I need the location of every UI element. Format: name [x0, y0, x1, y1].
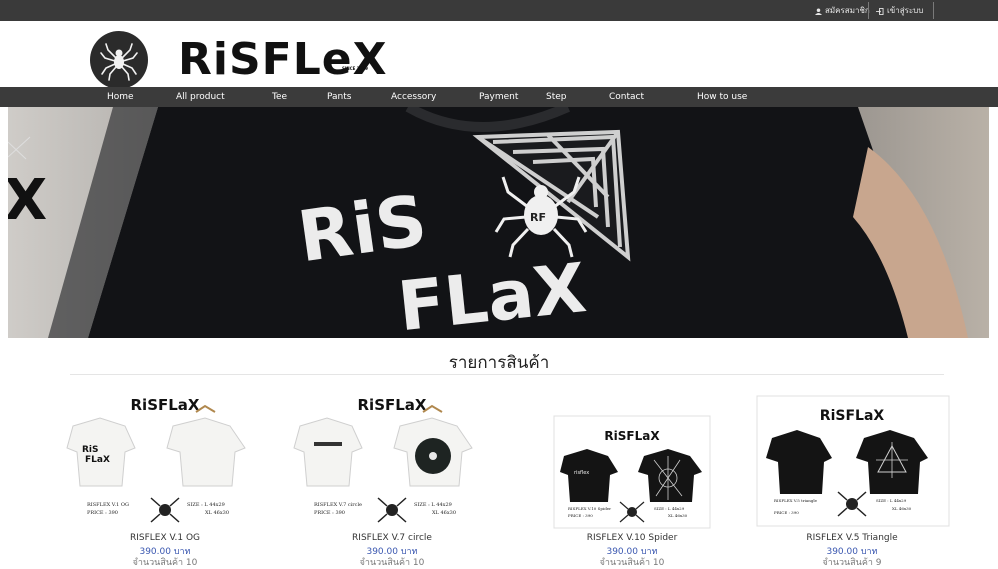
product-image-size2: XL 46x30	[432, 510, 456, 516]
product-image-size: SIZE : L 44x29	[187, 502, 225, 508]
product-image-caption: RISFLEX V.7 circle	[314, 502, 362, 508]
user-icon	[815, 7, 822, 15]
nav-all-product[interactable]: All product	[176, 87, 225, 107]
nav-tee[interactable]: Tee	[272, 87, 287, 107]
svg-text:risflex: risflex	[574, 470, 589, 476]
login-label: เข้าสู่ระบบ	[887, 6, 924, 15]
nav-home[interactable]: Home	[107, 87, 134, 107]
brand-wordmark[interactable]: RiSFLeX	[178, 32, 388, 88]
hero-side-text: X	[8, 168, 47, 233]
product-image-brand: RiSFLaX	[604, 429, 660, 443]
hero-badge: RF	[530, 211, 546, 224]
product-image[interactable]: RiSFLaX RISFLEX V.5 triangle PRICE : 390…	[752, 388, 952, 533]
product-image-caption: RISFLEX V.10 Spider	[568, 506, 611, 511]
main-nav: Home All product Tee Pants Accessory Pay…	[0, 87, 998, 107]
product-card[interactable]: RiSFLaX RISFLEX V.5 triangle PRICE : 390…	[752, 388, 952, 568]
nav-contact[interactable]: Contact	[609, 87, 644, 107]
section-divider	[70, 374, 944, 375]
register-link[interactable]: สมัครสมาชิก	[815, 3, 870, 19]
nav-pants[interactable]: Pants	[327, 87, 351, 107]
product-name[interactable]: RISFLEX V.5 Triangle	[752, 533, 952, 543]
product-image-price: PRICE : 390	[314, 510, 345, 516]
product-image[interactable]: RiSFLaX RiS FLaX RISFLEX V.1 OG PRICE : …	[65, 388, 265, 533]
product-image-price: PRICE : 390	[87, 510, 118, 516]
hero-banner[interactable]: X RF RiS FLaX	[8, 107, 989, 338]
product-image-brand: RiSFLaX	[131, 396, 200, 414]
product-stock: จำนวนสินค้า 10	[132, 558, 198, 568]
product-image-price: PRICE : 390	[568, 513, 593, 518]
section-title: รายการสินค้า	[448, 353, 550, 373]
product-image-size: SIZE : L 44x29	[876, 498, 907, 503]
product-name[interactable]: RISFLEX V.1 OG	[65, 533, 265, 543]
product-card[interactable]: RiSFLaX RiS FLaX RISFLEX V.1 OG PRICE : …	[65, 388, 265, 568]
top-bar: สมัครสมาชิก เข้าสู่ระบบ	[0, 0, 998, 21]
brand-logo[interactable]	[90, 31, 148, 89]
register-label: สมัครสมาชิก	[825, 6, 870, 15]
product-image-price: PRICE : 390	[774, 510, 799, 515]
product-stock: จำนวนสินค้า 9	[822, 558, 882, 568]
product-image-size: SIZE : L 44x29	[654, 506, 685, 511]
brand-since: SINCE 2019	[342, 66, 368, 71]
topbar-divider	[868, 2, 869, 19]
svg-text:FLaX: FLaX	[85, 455, 110, 465]
hero-image: X RF RiS FLaX	[8, 107, 989, 338]
product-name[interactable]: RISFLEX V.7 circle	[292, 533, 492, 543]
topbar-divider	[933, 2, 934, 19]
product-card[interactable]: RiSFLaX RISFLEX V.7 circle PRICE : 390 S…	[292, 388, 492, 568]
login-icon	[876, 7, 884, 15]
product-image[interactable]: RiSFLaX risflex RISFLEX V.10 Spider PRIC…	[532, 388, 732, 533]
product-stock: จำนวนสินค้า 10	[599, 558, 665, 568]
product-image-caption: RISFLEX V.1 OG	[87, 502, 129, 508]
product-image-size: SIZE : L 44x29	[414, 502, 452, 508]
product-image[interactable]: RiSFLaX RISFLEX V.7 circle PRICE : 390 S…	[292, 388, 492, 533]
product-image-size2: XL 46x30	[892, 506, 912, 511]
site-header	[0, 21, 998, 87]
product-image-size2: XL 46x30	[205, 510, 229, 516]
nav-step[interactable]: Step	[546, 87, 567, 107]
login-link[interactable]: เข้าสู่ระบบ	[876, 3, 923, 19]
product-stock: จำนวนสินค้า 10	[359, 558, 425, 568]
nav-how-to-use[interactable]: How to use	[697, 87, 747, 107]
product-image-size2: XL 46x30	[668, 513, 688, 518]
nav-accessory[interactable]: Accessory	[391, 87, 436, 107]
spider-icon	[100, 43, 138, 81]
product-card[interactable]: RiSFLaX risflex RISFLEX V.10 Spider PRIC…	[532, 388, 732, 568]
nav-payment[interactable]: Payment	[479, 87, 518, 107]
product-image-brand: RiSFLaX	[820, 408, 885, 424]
product-image-caption: RISFLEX V.5 triangle	[774, 498, 818, 503]
product-name[interactable]: RISFLEX V.10 Spider	[532, 533, 732, 543]
svg-text:RiS: RiS	[82, 445, 99, 455]
product-image-brand: RiSFLaX	[358, 396, 427, 414]
